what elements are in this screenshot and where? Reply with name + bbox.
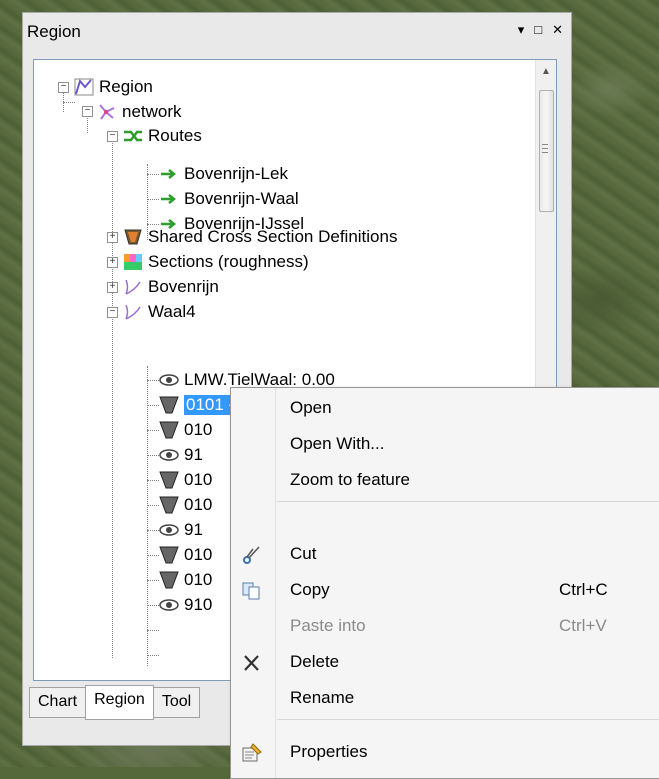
collapse-toggle[interactable]: − bbox=[107, 131, 118, 142]
tree-node-sections[interactable]: Sections (roughness) bbox=[123, 250, 309, 274]
observation-point-icon bbox=[159, 374, 179, 386]
delete-x-icon bbox=[244, 655, 259, 671]
menu-item-copy[interactable]: Copy Ctrl+C bbox=[231, 572, 659, 608]
tree-node-cross-section[interactable]: 010 bbox=[159, 568, 212, 592]
collapse-toggle[interactable]: − bbox=[82, 106, 93, 117]
menu-separator bbox=[277, 719, 659, 720]
context-menu: Open Open With... Zoom to feature Cut Co… bbox=[230, 387, 659, 779]
cross-section-icon bbox=[159, 396, 179, 414]
region-icon bbox=[74, 78, 94, 96]
observation-point-icon bbox=[159, 449, 179, 461]
cross-section-icon bbox=[159, 496, 179, 514]
menu-separator bbox=[277, 501, 659, 502]
cross-section-definitions-icon bbox=[124, 229, 142, 245]
tree-node-network[interactable]: network bbox=[97, 100, 182, 124]
tab-chart[interactable]: Chart bbox=[29, 687, 87, 718]
collapse-toggle[interactable]: − bbox=[107, 307, 118, 318]
tree-node-observation[interactable]: 91 bbox=[159, 518, 203, 542]
copy-icon bbox=[242, 582, 260, 600]
tree-node-cross-section[interactable]: 010 bbox=[159, 543, 212, 567]
menu-item-open-with[interactable]: Open With... bbox=[231, 426, 659, 462]
scrollbar-thumb[interactable] bbox=[539, 90, 554, 212]
menu-item-zoom-to-feature[interactable]: Zoom to feature bbox=[231, 462, 659, 498]
cross-section-icon bbox=[159, 571, 179, 589]
expand-toggle[interactable]: + bbox=[107, 282, 118, 293]
menu-item-delete[interactable]: Delete bbox=[231, 644, 659, 680]
network-icon bbox=[99, 104, 115, 120]
tree-node-cross-section[interactable]: 010 bbox=[159, 418, 212, 442]
cross-section-icon bbox=[159, 421, 179, 439]
branch-icon bbox=[125, 279, 141, 295]
tree-node-observation[interactable]: 910 bbox=[159, 593, 212, 617]
route-arrow-icon bbox=[161, 194, 177, 204]
pin-dropdown-icon[interactable]: ▾ bbox=[518, 22, 525, 38]
tree-node-route[interactable]: Bovenrijn-Waal bbox=[159, 187, 299, 211]
tree-node-route[interactable]: Bovenrijn-Lek bbox=[159, 162, 288, 186]
tree-node-observation[interactable]: 91 bbox=[159, 443, 203, 467]
tree-node-shared-cross-sections[interactable]: Shared Cross Section Definitions bbox=[123, 225, 397, 249]
expand-toggle[interactable]: + bbox=[107, 232, 118, 243]
panel-title: Region bbox=[27, 22, 81, 41]
tree-node-cross-section[interactable]: 010 bbox=[159, 493, 212, 517]
tab-region[interactable]: Region bbox=[85, 685, 154, 720]
menu-item-paste-into[interactable]: Paste into Ctrl+V bbox=[231, 608, 659, 644]
panel-titlebar: Region ▾ □ ✕ bbox=[23, 13, 571, 51]
observation-point-icon bbox=[159, 599, 179, 611]
maximize-icon[interactable]: □ bbox=[534, 22, 542, 38]
expand-toggle[interactable]: + bbox=[107, 257, 118, 268]
routes-icon bbox=[124, 130, 142, 142]
panel-tabs: Chart Region Tool bbox=[29, 685, 201, 720]
tree-node-cross-section[interactable]: 010 bbox=[159, 468, 212, 492]
branch-icon bbox=[125, 304, 141, 320]
scroll-up-arrow-icon[interactable]: ▲ bbox=[541, 66, 551, 77]
tree-node-branch[interactable]: Bovenrijn bbox=[123, 275, 219, 299]
sections-icon bbox=[124, 254, 142, 270]
menu-item-properties[interactable]: Properties bbox=[231, 734, 659, 770]
collapse-toggle[interactable]: − bbox=[58, 82, 69, 93]
scissors-icon bbox=[243, 546, 260, 564]
tab-toolbox[interactable]: Tool bbox=[152, 687, 201, 718]
tree-node-routes[interactable]: Routes bbox=[123, 124, 202, 148]
menu-item-rename[interactable]: Rename bbox=[231, 680, 659, 716]
menu-item-cut[interactable]: Cut bbox=[231, 536, 659, 572]
tree-node-region[interactable]: Region bbox=[74, 75, 153, 99]
close-icon[interactable]: ✕ bbox=[552, 22, 563, 38]
tree-node-branch[interactable]: Waal4 bbox=[123, 300, 196, 324]
cross-section-icon bbox=[159, 471, 179, 489]
properties-icon bbox=[242, 743, 262, 762]
observation-point-icon bbox=[159, 524, 179, 536]
menu-item-open[interactable]: Open bbox=[231, 390, 659, 426]
route-arrow-icon bbox=[161, 169, 177, 179]
cross-section-icon bbox=[159, 546, 179, 564]
